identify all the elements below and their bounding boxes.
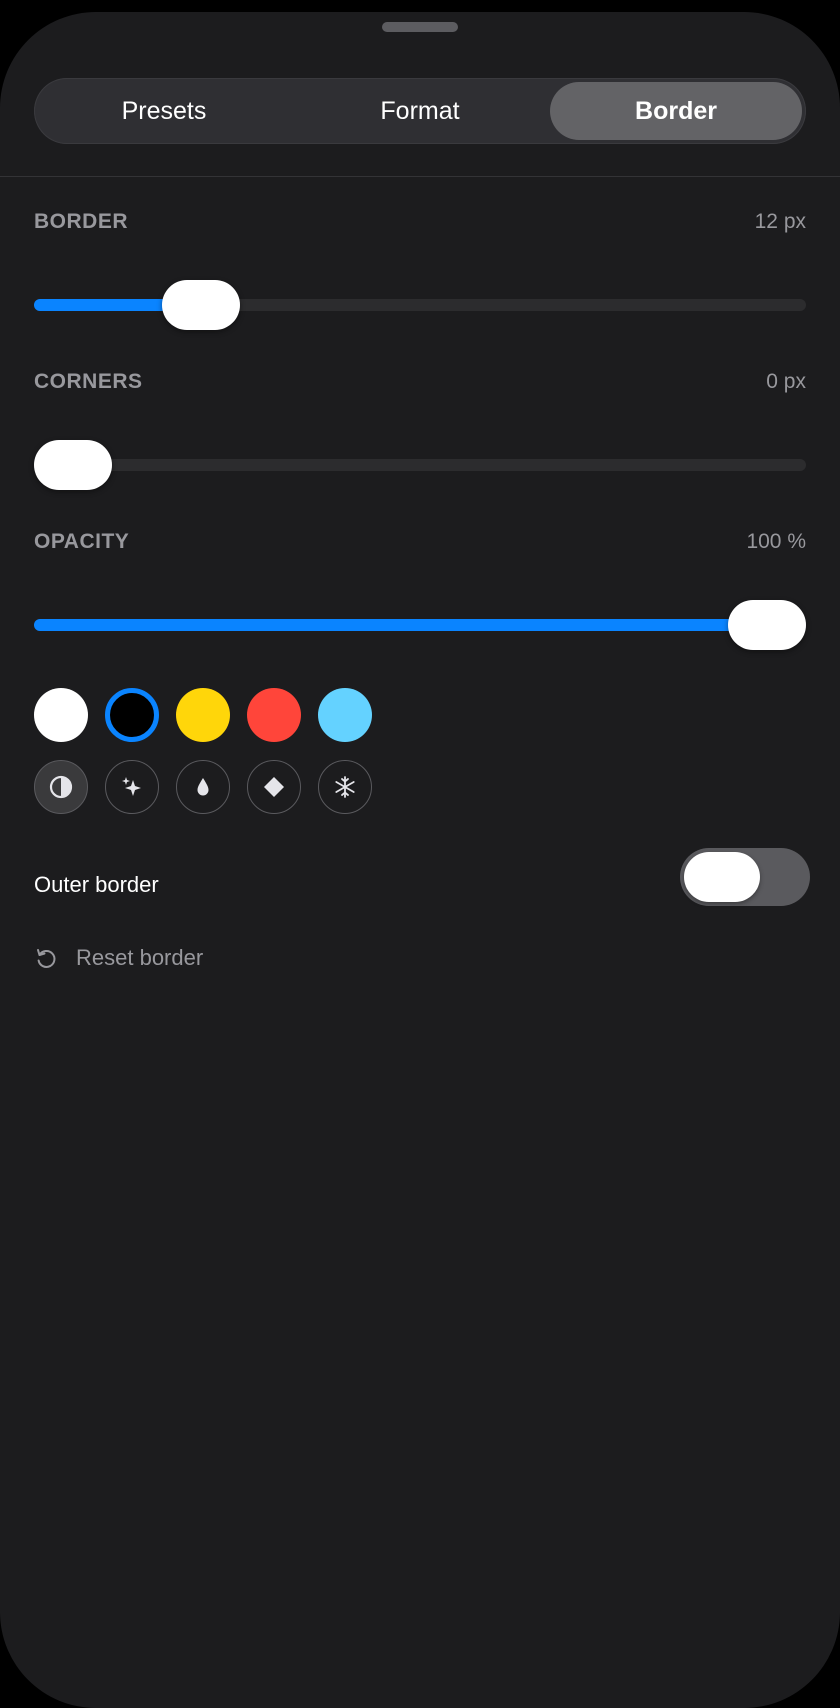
- slider-fill: [34, 619, 767, 631]
- outer-border-toggle[interactable]: [680, 848, 810, 906]
- tab-format[interactable]: Format: [294, 82, 546, 140]
- slider-thumb[interactable]: [34, 440, 112, 490]
- toggle-knob: [684, 852, 760, 902]
- color-swatch-black[interactable]: [105, 688, 159, 742]
- effect-snowflake-button[interactable]: [318, 760, 372, 814]
- tab-border[interactable]: Border: [550, 82, 802, 140]
- corners-value: 0 px: [766, 370, 806, 393]
- effect-drop-button[interactable]: [176, 760, 230, 814]
- effect-diamond-button[interactable]: [247, 760, 301, 814]
- effect-contrast-button[interactable]: [34, 760, 88, 814]
- opacity-slider[interactable]: [34, 600, 806, 650]
- tab-selector: Presets Format Border: [34, 78, 806, 144]
- reset-icon: [37, 949, 56, 968]
- color-swatch-white[interactable]: [34, 688, 88, 742]
- color-swatch-yellow[interactable]: [176, 688, 230, 742]
- corners-slider[interactable]: [34, 440, 806, 490]
- contrast-icon: [49, 775, 73, 799]
- border-settings-sheet: Presets Format Border BORDER 12 px CORNE…: [0, 12, 840, 1708]
- corners-label: CORNERS: [34, 370, 143, 393]
- sheet-grabber[interactable]: [382, 22, 458, 32]
- border-value: 12 px: [754, 210, 806, 233]
- opacity-label: OPACITY: [34, 530, 130, 553]
- outer-border-label: Outer border: [34, 872, 159, 897]
- slider-thumb[interactable]: [728, 600, 806, 650]
- header-divider: [0, 176, 840, 177]
- color-swatch-red[interactable]: [247, 688, 301, 742]
- opacity-value: 100 %: [746, 530, 806, 553]
- sparkles-icon: [122, 777, 141, 796]
- color-swatch-light-blue[interactable]: [318, 688, 372, 742]
- diamond-icon: [264, 777, 284, 797]
- tab-presets[interactable]: Presets: [38, 82, 290, 140]
- drop-icon: [197, 778, 209, 796]
- border-label: BORDER: [34, 210, 129, 233]
- reset-border-button[interactable]: Reset border: [34, 938, 203, 978]
- slider-thumb[interactable]: [162, 280, 241, 330]
- border-slider[interactable]: [34, 280, 806, 330]
- slider-track: [34, 459, 806, 471]
- effect-sparkles-button[interactable]: [105, 760, 159, 814]
- snowflake-icon: [335, 776, 355, 798]
- reset-border-label: Reset border: [76, 945, 204, 970]
